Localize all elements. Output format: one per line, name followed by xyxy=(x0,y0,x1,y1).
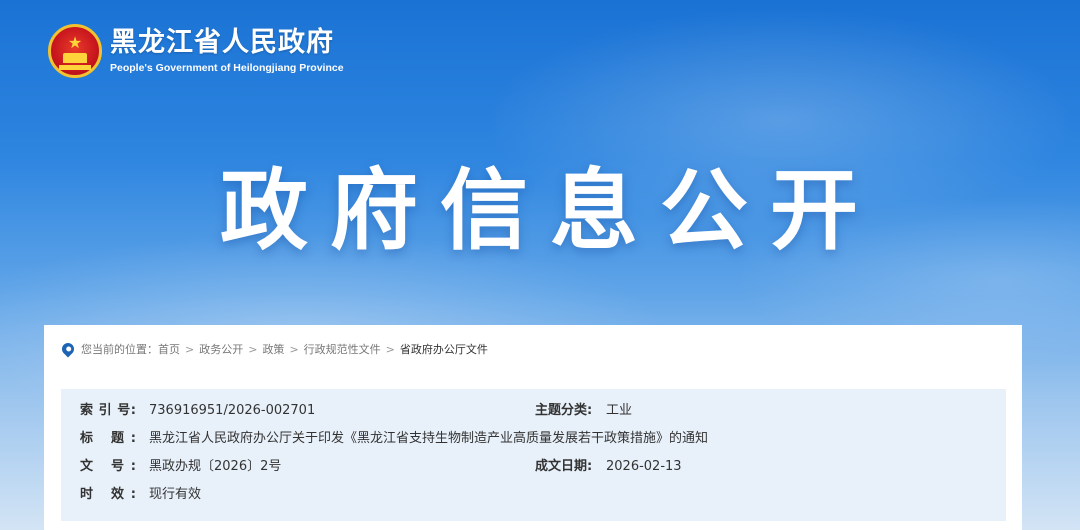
topic-value: 工业 xyxy=(606,403,633,418)
breadcrumb-item-gov-affairs[interactable]: 政务公开 xyxy=(199,341,243,357)
breadcrumb-separator: > xyxy=(289,342,299,356)
topic-label: 主题分类: xyxy=(535,403,593,418)
breadcrumb-item-office-docs[interactable]: 省政府办公厅文件 xyxy=(400,341,488,357)
breadcrumb-item-home[interactable]: 首页 xyxy=(158,341,180,357)
breadcrumb-item-policy[interactable]: 政策 xyxy=(262,341,284,357)
site-title-cn: 黑龙江省人民政府 xyxy=(110,27,334,58)
site-title-en: People's Government of Heilongjiang Prov… xyxy=(110,62,344,74)
breadcrumb-prefix: 您当前的位置： xyxy=(81,343,158,356)
breadcrumb-separator: > xyxy=(385,342,395,356)
page: ★ 黑龙江省人民政府 People's Government of Heilon… xyxy=(0,0,1080,530)
title-value: 黑龙江省人民政府办公厅关于印发《黑龙江省支持生物制造产业高质量发展若干政策措施》… xyxy=(149,431,709,446)
site-header[interactable]: ★ 黑龙江省人民政府 People's Government of Heilon… xyxy=(48,24,344,78)
breadcrumb-separator: > xyxy=(185,342,195,356)
date-label: 成文日期: xyxy=(535,459,593,474)
docno-label: 文 号: xyxy=(80,459,136,474)
site-brand: 黑龙江省人民政府 People's Government of Heilongj… xyxy=(110,27,344,75)
validity-label: 时 效: xyxy=(80,487,136,502)
breadcrumb: 您当前的位置： 首页 > 政务公开 > 政策 > 行政规范性文件 > 省政府办公… xyxy=(59,340,488,358)
index-label: 索 引 号: xyxy=(80,403,136,418)
docno-value: 黑政办规〔2026〕2号 xyxy=(149,459,282,474)
date-value: 2026-02-13 xyxy=(606,459,682,474)
national-emblem-icon: ★ xyxy=(48,24,102,78)
title-label: 标 题: xyxy=(80,431,136,446)
index-value: 736916951/2026-002701 xyxy=(149,403,316,418)
document-info-box: 索 引 号: 736916951/2026-002701 主题分类: 工业 标 … xyxy=(61,389,1006,521)
breadcrumb-item-normative-docs[interactable]: 行政规范性文件 xyxy=(304,341,381,357)
location-pin-icon xyxy=(59,340,77,358)
content-panel: 您当前的位置： 首页 > 政务公开 > 政策 > 行政规范性文件 > 省政府办公… xyxy=(44,325,1022,530)
hero-title: 政府信息公开 xyxy=(219,159,880,262)
breadcrumb-separator: > xyxy=(248,342,258,356)
validity-value: 现行有效 xyxy=(149,487,202,502)
